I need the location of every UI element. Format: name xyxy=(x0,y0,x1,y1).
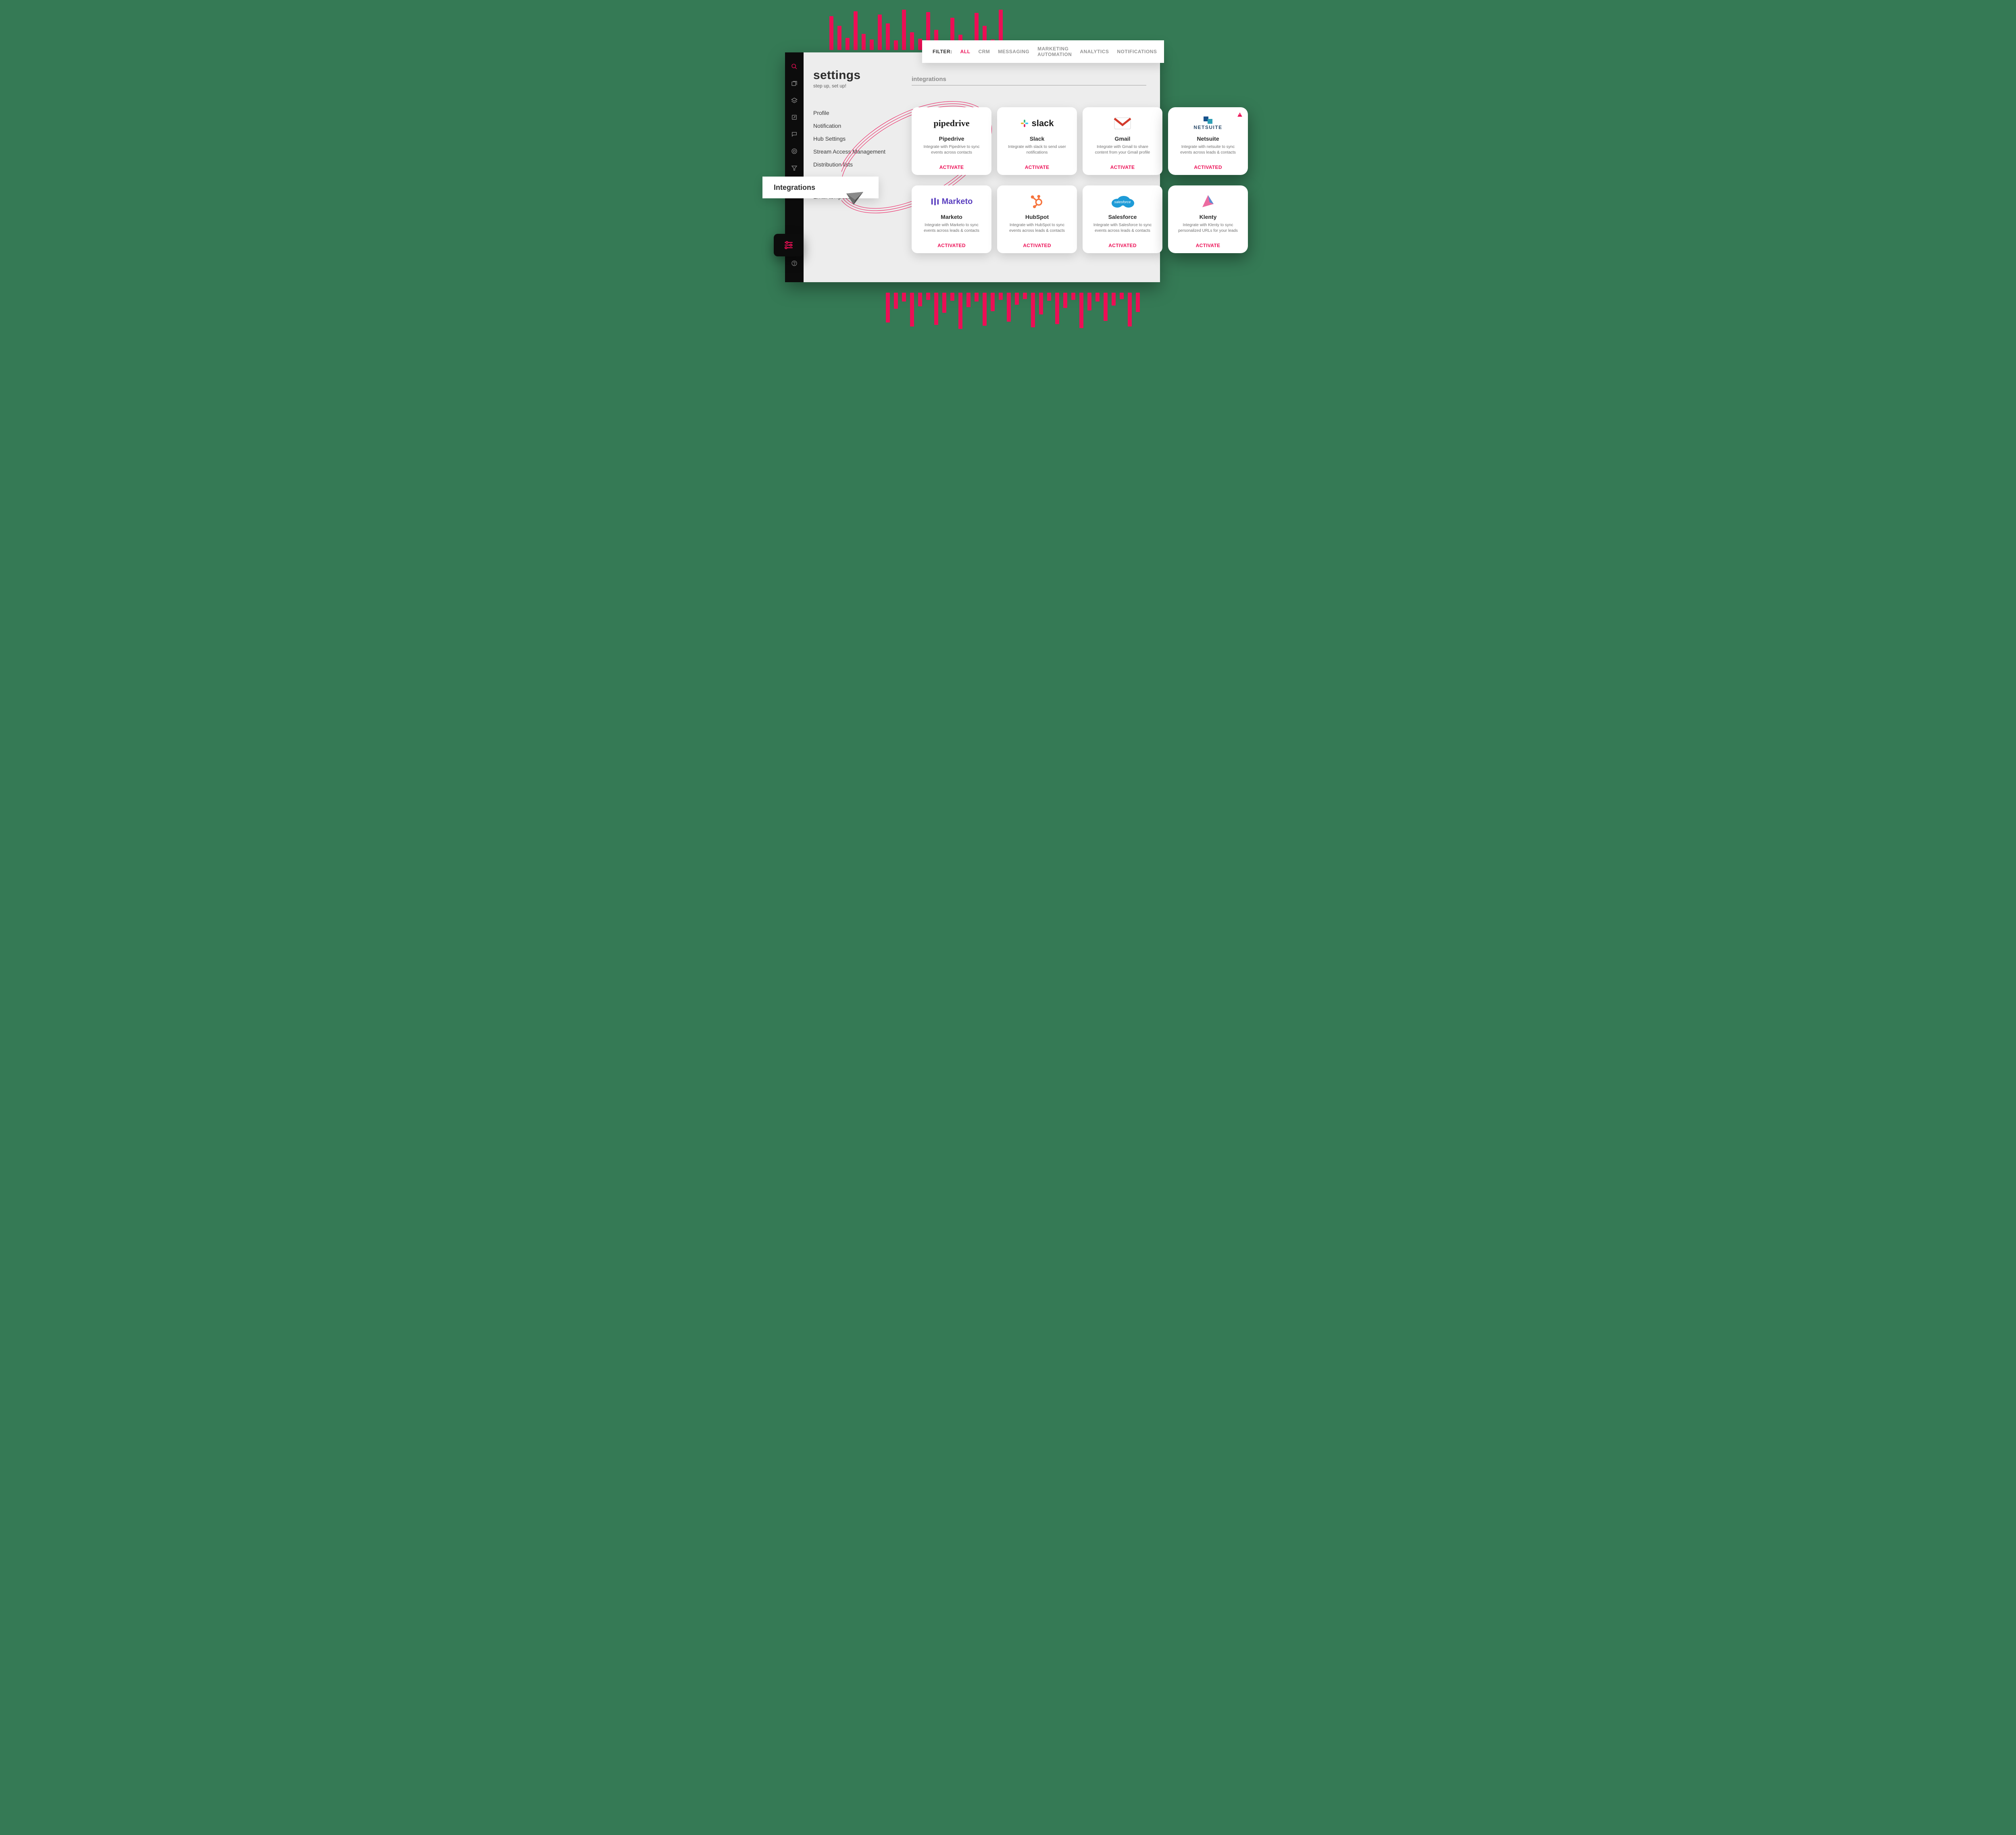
settings-nav: settings step up, set up! Profile Notifi… xyxy=(804,52,898,282)
activated-button[interactable]: ACTIVATED xyxy=(1194,163,1222,170)
card-title: Pipedrive xyxy=(939,135,964,142)
filter-tab-crm[interactable]: CRM xyxy=(978,49,990,54)
card-desc: Integrate with Marketo to sync events ac… xyxy=(917,223,986,241)
page-tagline: step up, set up! xyxy=(813,83,888,89)
card-desc: Integrate with netsuite to sync events a… xyxy=(1174,144,1242,163)
filter-bar: FILTER: ALL CRM MESSAGING MARKETING AUTO… xyxy=(922,40,1164,63)
layers-icon[interactable] xyxy=(791,97,798,104)
card-klenty[interactable]: Klenty Integrate with Klenty to sync per… xyxy=(1168,185,1248,253)
activated-button[interactable]: ACTIVATED xyxy=(937,241,966,248)
activate-button[interactable]: ACTIVATE xyxy=(1025,163,1050,170)
chat-icon[interactable] xyxy=(791,131,798,138)
klenty-logo xyxy=(1201,192,1215,211)
card-desc: Integrate with Pipedrive to sync events … xyxy=(917,144,986,163)
search-icon[interactable] xyxy=(791,63,798,70)
nav-item-hub-settings[interactable]: Hub Settings xyxy=(813,132,888,145)
activate-button[interactable]: ACTIVATE xyxy=(1110,163,1135,170)
help-icon[interactable] xyxy=(791,260,798,267)
slack-logo: slack xyxy=(1020,114,1054,133)
card-title: Netsuite xyxy=(1197,135,1219,142)
page-title: settings xyxy=(813,69,888,82)
decorative-bars-bottom xyxy=(886,293,1140,330)
nav-item-notification[interactable]: Notification xyxy=(813,119,888,132)
card-pipedrive[interactable]: pipedrive Pipedrive Integrate with Piped… xyxy=(912,107,991,175)
filter-label: FILTER: xyxy=(933,49,952,54)
card-desc: Integrate with Salesforce to sync events… xyxy=(1088,223,1157,241)
nav-item-profile[interactable]: Profile xyxy=(813,106,888,119)
filter-tab-messaging[interactable]: MESSAGING xyxy=(998,49,1029,54)
activate-button[interactable]: ACTIVATE xyxy=(1196,241,1220,248)
filter-tab-all[interactable]: ALL xyxy=(960,49,971,54)
card-title: Klenty xyxy=(1200,214,1217,220)
nav-item-distribution[interactable]: Distribution lists xyxy=(813,158,888,171)
card-slack[interactable]: slack Slack Integrate with slack to send… xyxy=(997,107,1077,175)
card-desc: Integrate with Gmail to share content fr… xyxy=(1088,144,1157,163)
activated-button[interactable]: ACTIVATED xyxy=(1023,241,1051,248)
card-desc: Integrate with HubSpot to sync events ac… xyxy=(1003,223,1071,241)
netsuite-logo: NETSUITE xyxy=(1193,114,1222,133)
card-desc: Integrate with Klenty to sync personaliz… xyxy=(1174,223,1242,241)
card-title: Salesforce xyxy=(1108,214,1137,220)
svg-text:salesforce: salesforce xyxy=(1114,200,1131,204)
library-icon[interactable] xyxy=(791,80,798,87)
filter-tab-marketing-automation[interactable]: MARKETING AUTOMATION xyxy=(1037,46,1072,57)
card-desc: Integrate with slack to send user notifi… xyxy=(1003,144,1071,163)
pipedrive-logo: pipedrive xyxy=(933,114,969,133)
rail-active-bump[interactable] xyxy=(774,234,804,256)
funnel-icon[interactable] xyxy=(791,164,798,172)
filter-tab-analytics[interactable]: ANALYTICS xyxy=(1080,49,1109,54)
stage: settings step up, set up! Profile Notifi… xyxy=(733,0,1283,367)
card-netsuite[interactable]: NETSUITE Netsuite Integrate with netsuit… xyxy=(1168,107,1248,175)
activate-button[interactable]: ACTIVATE xyxy=(939,163,964,170)
filter-tab-notifications[interactable]: NOTIFICATIONS xyxy=(1117,49,1157,54)
alert-icon xyxy=(1237,111,1243,120)
card-title: HubSpot xyxy=(1025,214,1049,220)
card-title: Gmail xyxy=(1115,135,1131,142)
card-title: Marketo xyxy=(941,214,962,220)
hubspot-logo xyxy=(1030,192,1044,211)
cursor-paperplane-icon xyxy=(846,191,865,207)
target-icon[interactable] xyxy=(791,148,798,155)
share-icon[interactable] xyxy=(791,114,798,121)
gmail-logo xyxy=(1114,114,1131,133)
salesforce-logo: salesforce xyxy=(1110,192,1135,211)
card-hubspot[interactable]: HubSpot Integrate with HubSpot to sync e… xyxy=(997,185,1077,253)
nav-item-integrations-label: Integrations xyxy=(774,183,815,192)
card-title: Slack xyxy=(1030,135,1045,142)
nav-item-stream-access[interactable]: Stream Access Management xyxy=(813,145,888,158)
activated-button[interactable]: ACTIVATED xyxy=(1108,241,1137,248)
card-marketo[interactable]: Marketo Marketo Integrate with Marketo t… xyxy=(912,185,991,253)
card-gmail[interactable]: Gmail Integrate with Gmail to share cont… xyxy=(1083,107,1162,175)
section-title: integrations xyxy=(912,73,1146,85)
card-salesforce[interactable]: salesforce Salesforce Integrate with Sal… xyxy=(1083,185,1162,253)
marketo-logo: Marketo xyxy=(931,192,973,211)
